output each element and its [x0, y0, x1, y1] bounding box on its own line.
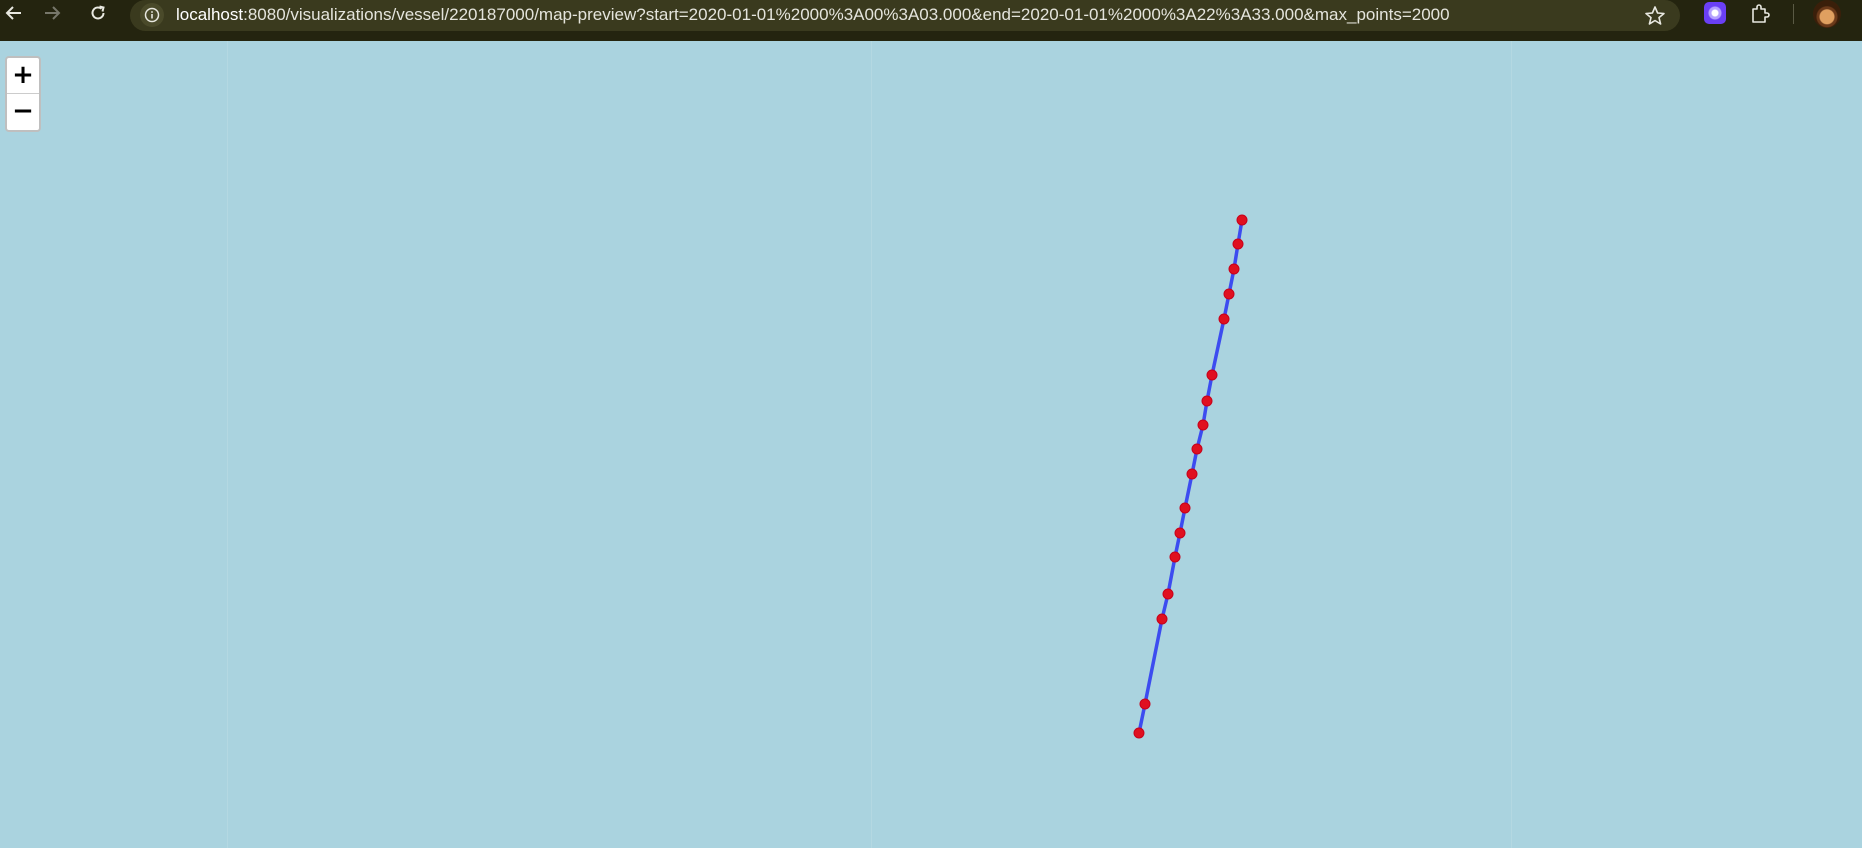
track-point-marker[interactable] — [1236, 214, 1248, 226]
extensions-menu-button[interactable] — [1748, 2, 1772, 26]
track-point-marker[interactable] — [1197, 419, 1209, 431]
track-point-marker[interactable] — [1174, 527, 1186, 539]
track-point-marker[interactable] — [1139, 698, 1151, 710]
star-icon — [1645, 6, 1665, 25]
url-text[interactable]: localhost:8080/visualizations/vessel/220… — [176, 5, 1450, 25]
track-point-marker[interactable] — [1169, 551, 1181, 563]
extension-icon[interactable] — [1704, 2, 1726, 24]
track-point-marker[interactable] — [1133, 727, 1145, 739]
map-view[interactable]: + − — [0, 41, 1862, 848]
track-point-marker[interactable] — [1218, 313, 1230, 325]
puzzle-icon — [1752, 4, 1770, 23]
track-point-marker[interactable] — [1186, 468, 1198, 480]
bookmark-button[interactable] — [1642, 3, 1668, 29]
info-icon — [144, 7, 160, 23]
address-bar[interactable]: localhost:8080/visualizations/vessel/220… — [130, 0, 1680, 31]
track-point-marker[interactable] — [1156, 613, 1168, 625]
back-button[interactable] — [0, 0, 28, 28]
toolbar-divider — [1793, 4, 1794, 24]
zoom-in-button[interactable]: + — [7, 58, 39, 94]
vessel-track-layer — [1133, 214, 1248, 739]
forward-button[interactable] — [38, 0, 66, 28]
track-point-marker[interactable] — [1223, 288, 1235, 300]
track-point-marker[interactable] — [1162, 588, 1174, 600]
track-point-marker[interactable] — [1191, 443, 1203, 455]
browser-toolbar: localhost:8080/visualizations/vessel/220… — [0, 0, 1862, 41]
profile-avatar-icon[interactable] — [1813, 0, 1841, 28]
track-point-marker[interactable] — [1201, 395, 1213, 407]
url-host: localhost — [176, 5, 244, 24]
site-info-button[interactable] — [140, 3, 164, 27]
arrow-left-icon — [5, 6, 21, 20]
track-point-marker[interactable] — [1179, 502, 1191, 514]
reload-icon — [91, 5, 105, 20]
zoom-control: + − — [5, 56, 41, 132]
track-point-marker[interactable] — [1232, 238, 1244, 250]
zoom-out-button[interactable]: − — [7, 94, 39, 130]
track-point-marker[interactable] — [1228, 263, 1240, 275]
arrow-right-icon — [45, 6, 61, 20]
url-path: :8080/visualizations/vessel/220187000/ma… — [243, 5, 1450, 24]
reload-button[interactable] — [84, 0, 112, 28]
track-point-marker[interactable] — [1206, 369, 1218, 381]
